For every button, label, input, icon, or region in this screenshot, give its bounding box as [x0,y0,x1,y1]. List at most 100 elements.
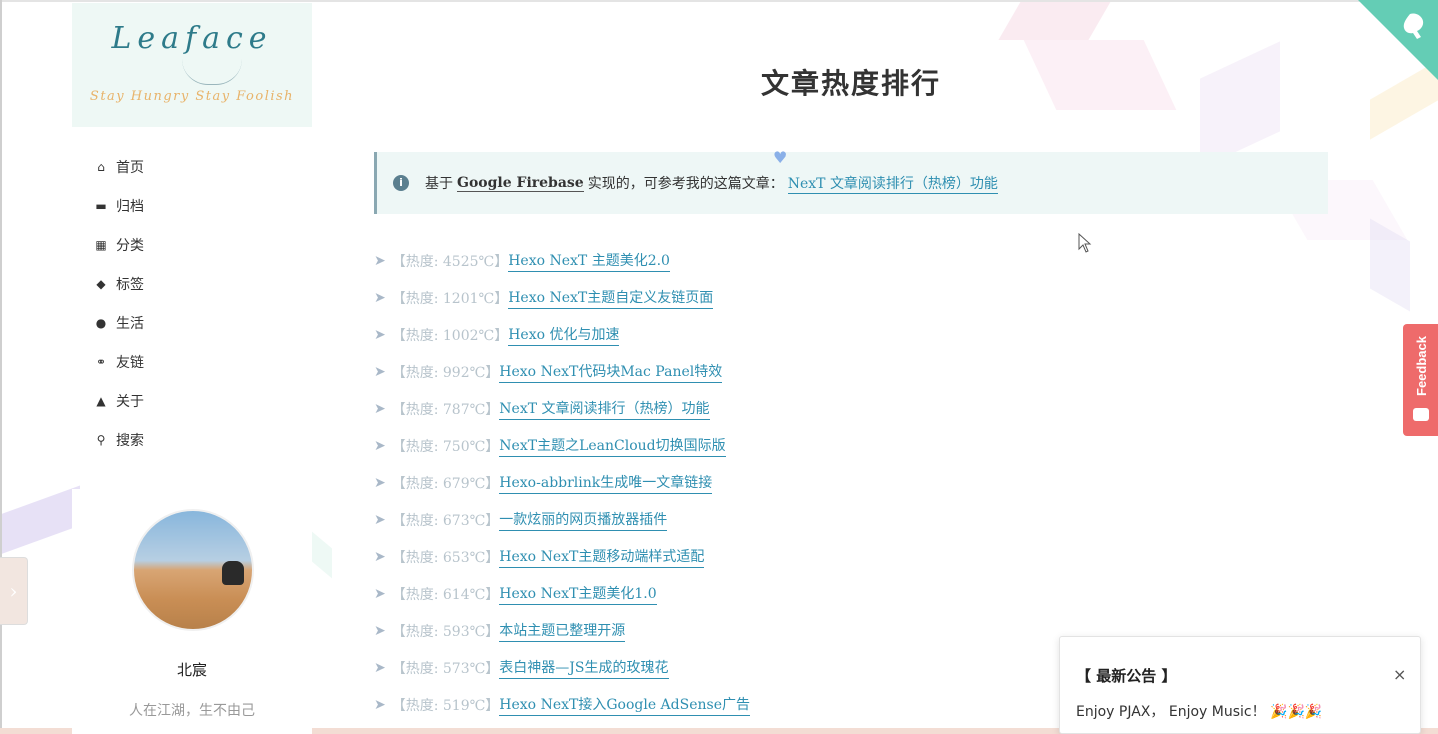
menu-item-categories[interactable]: ▦ 分类 [72,225,312,264]
arrow-icon: ➤ [374,511,386,528]
post-link[interactable]: 表白神器—JS生成的玫瑰花 [499,657,669,679]
post-link[interactable]: NexT主题之LeanCloud切换国际版 [499,435,726,457]
arrow-icon: ➤ [374,659,386,676]
menu-item-tags[interactable]: ◆ 标签 [72,264,312,303]
bg-ribbon [0,485,80,555]
post-link[interactable]: Hexo 优化与加速 [508,324,620,346]
menu-item-label: 归档 [116,198,144,215]
note-middle: 实现的，可参考我的这篇文章： [587,176,784,192]
main-menu: ⌂ 首页 ▬ 归档 ▦ 分类 ◆ 标签 ● 生活 ⚭ 友链 ▲ 关于 ⚲ 搜索 [72,147,312,459]
post-link[interactable]: Hexo NexT主题美化1.0 [499,583,657,605]
info-icon: i [393,175,409,191]
arrow-icon: ➤ [374,326,386,343]
heat-label: 【热度: 1201℃】 [391,290,509,307]
list-item: ➤ 【热度: 614℃】 Hexo NexT主题美化1.0 [374,575,1328,612]
author-profile: 北宸 人在江湖，生不由己 [72,489,312,734]
announcement-popup: 【 最新公告 】 × Enjoy PJAX， Enjoy Music！ 🎉🎉🎉 [1059,636,1421,734]
chat-icon [1413,408,1429,421]
brand-swoosh [182,59,242,85]
github-corner-icon[interactable] [1358,0,1438,80]
info-note: ♥ i 基于 Google Firebase 实现的，可参考我的这篇文章： Ne… [374,148,1328,214]
author-name: 北宸 [176,661,207,679]
post-link[interactable]: Hexo NexT接入Google AdSense广告 [499,694,750,716]
arrow-icon: ➤ [374,437,386,454]
feedback-button[interactable]: Feedback [1403,324,1438,436]
post-link[interactable]: 本站主题已整理开源 [499,620,626,642]
list-item: ➤ 【热度: 679℃】 Hexo-abbrlink生成唯一文章链接 [374,464,1328,501]
menu-item-label: 友链 [116,354,144,371]
post-link[interactable]: Hexo NexT 主题美化2.0 [508,250,670,272]
party-icon: 🎉🎉🎉 [1270,704,1323,720]
menu-item-label: 关于 [116,393,144,410]
list-item: ➤ 【热度: 673℃】 一款炫丽的网页播放器插件 [374,501,1328,538]
search-icon: ⚲ [96,432,106,447]
heat-label: 【热度: 653℃】 [391,549,500,566]
close-icon[interactable]: × [1393,665,1406,684]
home-icon: ⌂ [97,159,105,174]
bg-ribbon [312,531,332,579]
list-item: ➤ 【热度: 1201℃】 Hexo NexT主题自定义友链页面 [374,279,1328,316]
arrow-icon: ➤ [374,548,386,565]
avatar [132,509,254,631]
menu-item-archives[interactable]: ▬ 归档 [72,186,312,225]
firebase-link[interactable]: Google Firebase [457,175,584,192]
heat-label: 【热度: 593℃】 [391,623,500,640]
arrow-icon: ➤ [374,363,386,380]
list-item: ➤ 【热度: 653℃】 Hexo NexT主题移动端样式适配 [374,538,1328,575]
menu-item-label: 生活 [116,315,144,332]
site-subtitle: Stay Hungry Stay Foolish [89,89,295,104]
menu-item-search[interactable]: ⚲ 搜索 [72,420,312,459]
menu-item-label: 标签 [116,276,144,293]
heat-label: 【热度: 614℃】 [391,586,500,603]
site-title[interactable]: Leaface [72,21,312,56]
post-link[interactable]: NexT 文章阅读排行（热榜）功能 [499,398,710,420]
tags-icon: ◆ [96,276,106,291]
heat-label: 【热度: 992℃】 [391,364,500,381]
avatar-figure [222,561,244,585]
post-link[interactable]: Hexo NexT代码块Mac Panel特效 [499,361,723,383]
menu-item-label: 分类 [116,237,144,254]
post-link[interactable]: Hexo NexT主题自定义友链页面 [508,287,714,309]
post-link[interactable]: Hexo-abbrlink生成唯一文章链接 [499,472,713,494]
arrow-icon: ➤ [374,400,386,417]
announcement-text: Enjoy PJAX， Enjoy Music！ [1076,704,1266,720]
feedback-label: Feedback [1414,336,1429,396]
heat-label: 【热度: 679℃】 [391,475,500,492]
heart-icon: ♥ [773,148,788,167]
list-item: ➤ 【热度: 4525℃】 Hexo NexT 主题美化2.0 [374,242,1328,279]
bg-ribbon [1370,218,1410,312]
grid-icon: ▦ [95,237,107,252]
arrow-icon: ➤ [374,585,386,602]
note-article-link[interactable]: NexT 文章阅读排行（热榜）功能 [787,173,998,194]
post-link[interactable]: 一款炫丽的网页播放器插件 [499,509,668,531]
heat-label: 【热度: 673℃】 [391,512,500,529]
arrow-icon: ➤ [374,622,386,639]
archive-icon: ▬ [95,198,107,213]
post-link[interactable]: Hexo NexT主题移动端样式适配 [499,546,705,568]
menu-item-home[interactable]: ⌂ 首页 [72,147,312,186]
announcement-title: 【 最新公告 】 [1076,667,1177,685]
announcement-body: Enjoy PJAX， Enjoy Music！ 🎉🎉🎉 [1076,701,1322,721]
heat-label: 【热度: 519℃】 [391,697,500,714]
menu-item-label: 搜索 [116,432,144,449]
arrow-icon: ➤ [374,252,386,269]
sidebar-toggle-button[interactable]: › [0,557,28,625]
arrow-icon: ➤ [374,474,386,491]
note-prefix: 基于 [425,176,453,192]
menu-item-about[interactable]: ▲ 关于 [72,381,312,420]
menu-item-label: 首页 [116,159,144,176]
sidebar: Leaface Stay Hungry Stay Foolish ⌂ 首页 ▬ … [72,3,312,734]
heat-label: 【热度: 787℃】 [391,401,500,418]
heat-label: 【热度: 573℃】 [391,660,500,677]
apple-icon: ● [95,315,107,330]
link-icon: ⚭ [95,354,107,369]
menu-item-links[interactable]: ⚭ 友链 [72,342,312,381]
list-item: ➤ 【热度: 1002℃】 Hexo 优化与加速 [374,316,1328,353]
site-brand[interactable]: Leaface Stay Hungry Stay Foolish [72,3,312,127]
heat-label: 【热度: 750℃】 [391,438,500,455]
list-item: ➤ 【热度: 787℃】 NexT 文章阅读排行（热榜）功能 [374,390,1328,427]
author-motto: 人在江湖，生不由己 [129,703,255,719]
arrow-icon: ➤ [374,696,386,713]
page-title: 文章热度排行 [760,67,941,100]
menu-item-life[interactable]: ● 生活 [72,303,312,342]
